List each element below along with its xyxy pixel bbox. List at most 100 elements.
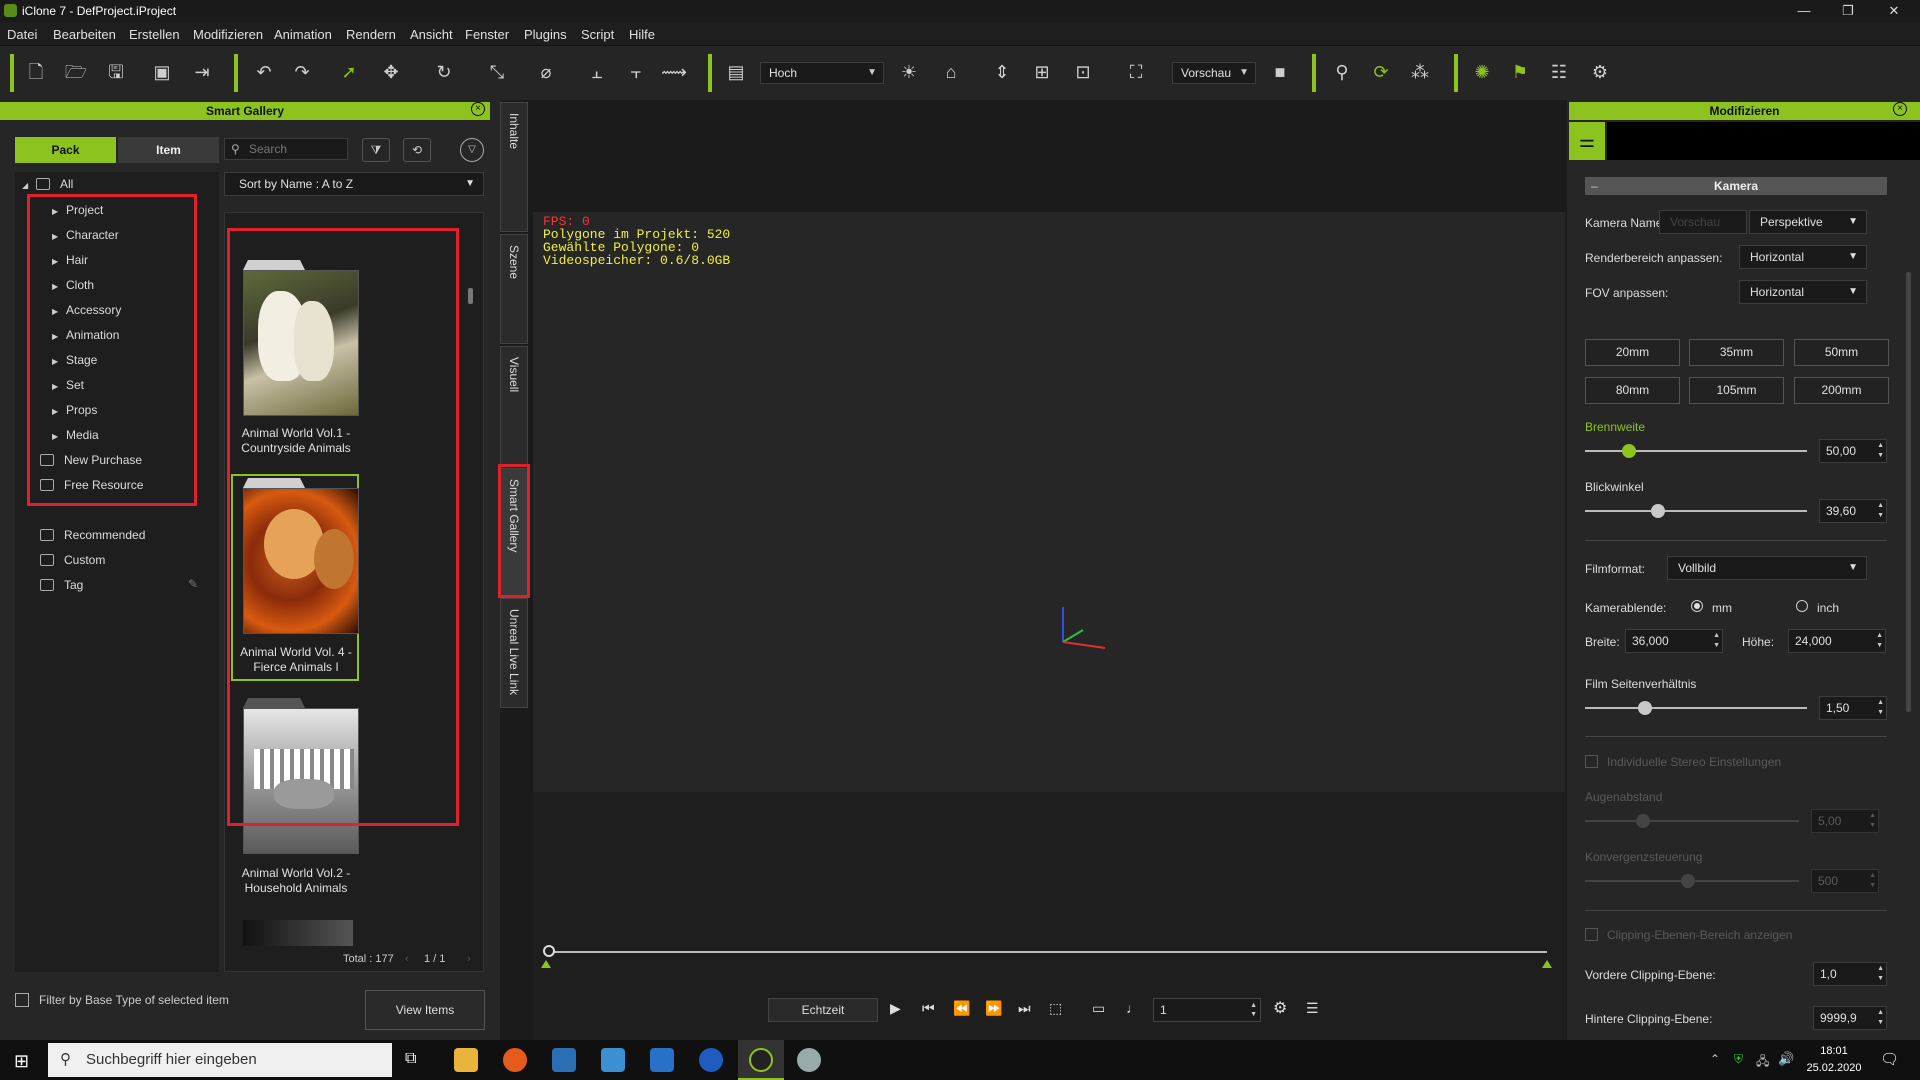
defender-icon[interactable]: ⛨ <box>1734 1052 1743 1067</box>
fit-all-icon[interactable]: ⊞ <box>1028 58 1056 86</box>
group-icon[interactable]: ⁂ <box>1406 58 1434 86</box>
spinner-arrows-icon[interactable]: ▲ ▼ <box>1713 631 1720 651</box>
link-plugin-icon[interactable]: ⚙ <box>1586 58 1614 86</box>
align-bottom-icon[interactable]: ⫠ <box>583 58 611 86</box>
film-format-dropdown[interactable]: Vollbild ▼ <box>1667 556 1867 580</box>
menu-script[interactable]: Script <box>581 27 614 42</box>
taskbar-search-input[interactable]: ⚲ Suchbegriff hier eingeben <box>48 1043 392 1077</box>
store-icon[interactable] <box>650 1048 674 1072</box>
spinner-arrows-icon[interactable]: ▲ ▼ <box>1877 441 1884 461</box>
frame-selected-icon[interactable]: ⊡ <box>1069 58 1097 86</box>
tree-item-custom[interactable]: Custom <box>40 553 105 567</box>
panel-scrollbar[interactable] <box>1906 272 1911 712</box>
firefox-icon[interactable] <box>503 1048 527 1072</box>
skip-end-icon[interactable]: ⏭ <box>1018 1000 1031 1017</box>
menu-datei[interactable]: Datei <box>7 27 37 42</box>
step-forward-icon[interactable]: ⏩ <box>985 1000 1002 1017</box>
close-icon[interactable]: ✕ <box>1874 2 1914 20</box>
music-note-icon[interactable]: ♩ <box>1126 1000 1140 1016</box>
more-options-icon[interactable]: ▽ <box>460 138 484 162</box>
file-explorer-icon[interactable] <box>454 1048 478 1072</box>
menu-ansicht[interactable]: Ansicht <box>410 27 453 42</box>
align-icon[interactable]: ⫟ <box>622 58 650 86</box>
start-marker-icon[interactable] <box>541 960 551 968</box>
lens-105mm-button[interactable]: 105mm <box>1689 377 1784 404</box>
spinner-arrows-icon[interactable]: ▲ ▼ <box>1877 501 1884 521</box>
windows-start-icon[interactable]: ⊞ <box>14 1051 29 1072</box>
convergence-slider[interactable] <box>1681 874 1695 888</box>
link-icon[interactable]: ⟿ <box>660 58 688 86</box>
focal-length-input[interactable]: 50,00 ▲ ▼ <box>1819 439 1887 463</box>
video-camera-icon[interactable]: ■ <box>1266 58 1294 86</box>
timeline-playhead[interactable] <box>543 945 555 957</box>
fit-height-icon[interactable]: ⇕ <box>988 58 1016 86</box>
width-input[interactable]: 36,000 ▲ ▼ <box>1625 629 1723 653</box>
sliders-icon[interactable]: ⚌ <box>1569 122 1605 160</box>
kamera-section-header[interactable]: Kamera <box>1585 177 1887 195</box>
step-back-icon[interactable]: ⏪ <box>953 1000 970 1017</box>
focal-length-slider[interactable] <box>1622 444 1636 458</box>
search-input[interactable]: ⚲ Search <box>224 138 348 160</box>
camera-frame-icon[interactable]: ⛶ <box>1122 58 1150 86</box>
network-icon[interactable]: 🖧 <box>1756 1052 1769 1073</box>
light-icon[interactable]: ☀ <box>895 58 923 86</box>
tab-pack[interactable]: Pack <box>15 137 116 163</box>
export-icon[interactable]: ⇥ <box>188 58 216 86</box>
timeline-scrubber[interactable] <box>533 930 1565 968</box>
spinner-arrows-icon[interactable]: ▲ ▼ <box>1869 871 1876 891</box>
move-icon[interactable]: ✥ <box>377 58 405 86</box>
edit-tag-icon[interactable]: ✎ <box>188 577 198 591</box>
undo-icon[interactable]: ↶ <box>250 58 278 86</box>
prev-page-icon[interactable]: ‹ <box>405 953 409 965</box>
select-arrow-icon[interactable]: ➚ <box>335 58 363 86</box>
view-quality-dropdown[interactable]: Hoch ▼ <box>760 62 884 84</box>
aspect-ratio-input[interactable]: 1,50 ▲ ▼ <box>1819 696 1887 720</box>
app-icon[interactable] <box>601 1048 625 1072</box>
notepad-icon[interactable] <box>552 1048 576 1072</box>
end-marker-icon[interactable] <box>1542 960 1552 968</box>
tray-expand-icon[interactable]: ⌃ <box>1710 1052 1720 1066</box>
tree-item-tag[interactable]: Tag <box>40 578 83 592</box>
spinner-arrows-icon[interactable]: ▲ ▼ <box>1250 1001 1257 1019</box>
stereo-checkbox[interactable] <box>1585 755 1598 768</box>
next-page-icon[interactable]: › <box>467 953 471 965</box>
3d-viewport[interactable]: FPS: 0 Polygone im Projekt: 520 Gewählte… <box>533 212 1565 792</box>
filter-icon[interactable]: ⧩ <box>362 138 390 162</box>
filter-checkbox[interactable] <box>15 993 29 1007</box>
collapse-icon[interactable]: – <box>1591 177 1598 195</box>
refresh-motion-icon[interactable]: ⟳ <box>1367 58 1395 86</box>
render-window-icon[interactable]: ▣ <box>148 58 176 86</box>
lens-80mm-button[interactable]: 80mm <box>1585 377 1680 404</box>
character-tool-icon[interactable]: ⚲ <box>1328 58 1356 86</box>
convergence-input[interactable]: 500 ▲ ▼ <box>1811 869 1879 893</box>
spinner-arrows-icon[interactable]: ▲ ▼ <box>1876 631 1883 651</box>
minimize-icon[interactable]: — <box>1784 2 1824 20</box>
outlook-icon[interactable] <box>699 1048 723 1072</box>
loop-icon[interactable]: ⬚ <box>1049 1000 1062 1017</box>
menu-rendern[interactable]: Rendern <box>346 27 396 42</box>
redo-icon[interactable]: ↷ <box>288 58 316 86</box>
flag-icon[interactable]: ⚑ <box>1506 58 1534 86</box>
save-icon[interactable]: 🖫 <box>102 58 130 86</box>
play-icon[interactable]: ▶ <box>890 1000 901 1017</box>
menu-fenster[interactable]: Fenster <box>465 27 509 42</box>
tab-item[interactable]: Item <box>118 137 219 163</box>
gallery-scrollbar[interactable] <box>468 288 473 304</box>
task-view-icon[interactable]: ⧉ <box>405 1050 416 1068</box>
3d-app-icon[interactable] <box>797 1048 821 1072</box>
tab-inhalte[interactable]: Inhalte <box>500 102 528 232</box>
clipping-checkbox[interactable] <box>1585 928 1598 941</box>
view-angle-slider[interactable] <box>1651 504 1665 518</box>
volume-icon[interactable]: 🔊 <box>1778 1051 1794 1067</box>
menu-modifizieren[interactable]: Modifizieren <box>193 27 263 42</box>
timeline-toggle-icon[interactable]: ☰ <box>1306 1000 1319 1017</box>
lens-20mm-button[interactable]: 20mm <box>1585 339 1680 366</box>
camera-dropdown[interactable]: Vorschau ▼ <box>1172 62 1256 84</box>
layout-icon[interactable]: ▤ <box>722 58 750 86</box>
motion-puppet-icon[interactable]: ✺ <box>1468 58 1496 86</box>
aspect-ratio-slider[interactable] <box>1638 701 1652 715</box>
home-icon[interactable]: ⌂ <box>937 58 965 86</box>
rotate-icon[interactable]: ↻ <box>430 58 458 86</box>
playback-mode-dropdown[interactable]: Echtzeit <box>768 998 878 1022</box>
settings-panel-icon[interactable]: ☷ <box>1545 58 1573 86</box>
